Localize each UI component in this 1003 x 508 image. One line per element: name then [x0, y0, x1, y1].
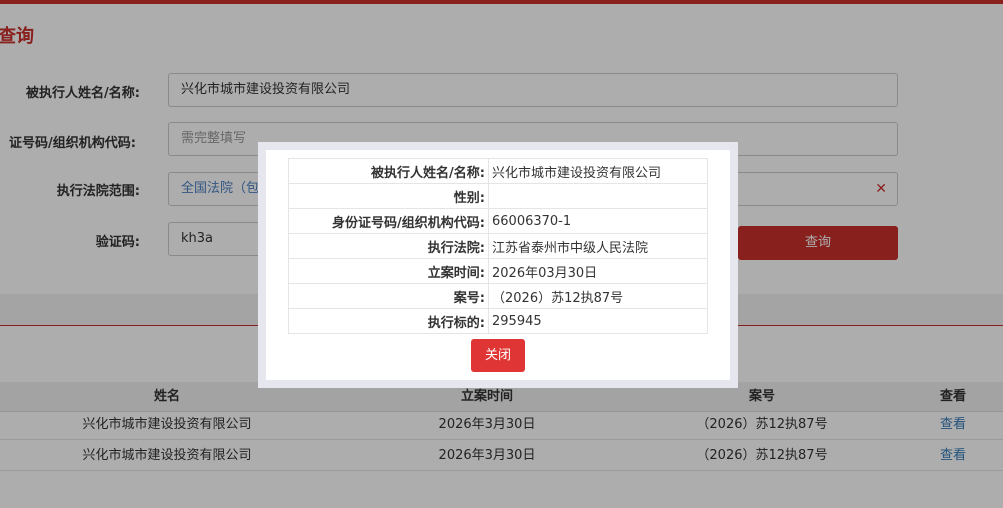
detail-value: 兴化市城市建设投资有限公司: [488, 158, 708, 184]
detail-row-court: 执行法院: 江苏省泰州市中级人民法院: [288, 233, 708, 259]
detail-value: [488, 183, 708, 209]
detail-row-amount: 执行标的: 295945: [288, 308, 708, 334]
detail-modal: 被执行人姓名/名称: 兴化市城市建设投资有限公司 性别: 身份证号码/组织机构代…: [258, 142, 738, 388]
detail-value: 295945: [488, 308, 708, 334]
detail-label: 性别:: [288, 183, 489, 209]
detail-value: 66006370-1: [488, 208, 708, 234]
detail-row-gender: 性别:: [288, 183, 708, 209]
detail-row-date: 立案时间: 2026年03月30日: [288, 258, 708, 284]
detail-value: （2026）苏12执87号: [488, 283, 708, 309]
detail-row-id: 身份证号码/组织机构代码: 66006370-1: [288, 208, 708, 234]
detail-label: 案号:: [288, 283, 489, 309]
detail-row-name: 被执行人姓名/名称: 兴化市城市建设投资有限公司: [288, 158, 708, 184]
detail-label: 身份证号码/组织机构代码:: [288, 208, 489, 234]
detail-label: 执行标的:: [288, 308, 489, 334]
detail-value: 江苏省泰州市中级人民法院: [488, 233, 708, 259]
detail-value: 2026年03月30日: [488, 258, 708, 284]
detail-label: 立案时间:: [288, 258, 489, 284]
detail-row-case: 案号: （2026）苏12执87号: [288, 283, 708, 309]
close-button[interactable]: 关闭: [471, 339, 525, 372]
detail-table: 被执行人姓名/名称: 兴化市城市建设投资有限公司 性别: 身份证号码/组织机构代…: [288, 158, 708, 334]
detail-modal-body: 被执行人姓名/名称: 兴化市城市建设投资有限公司 性别: 身份证号码/组织机构代…: [266, 150, 730, 380]
detail-label: 被执行人姓名/名称:: [288, 158, 489, 184]
detail-label: 执行法院:: [288, 233, 489, 259]
